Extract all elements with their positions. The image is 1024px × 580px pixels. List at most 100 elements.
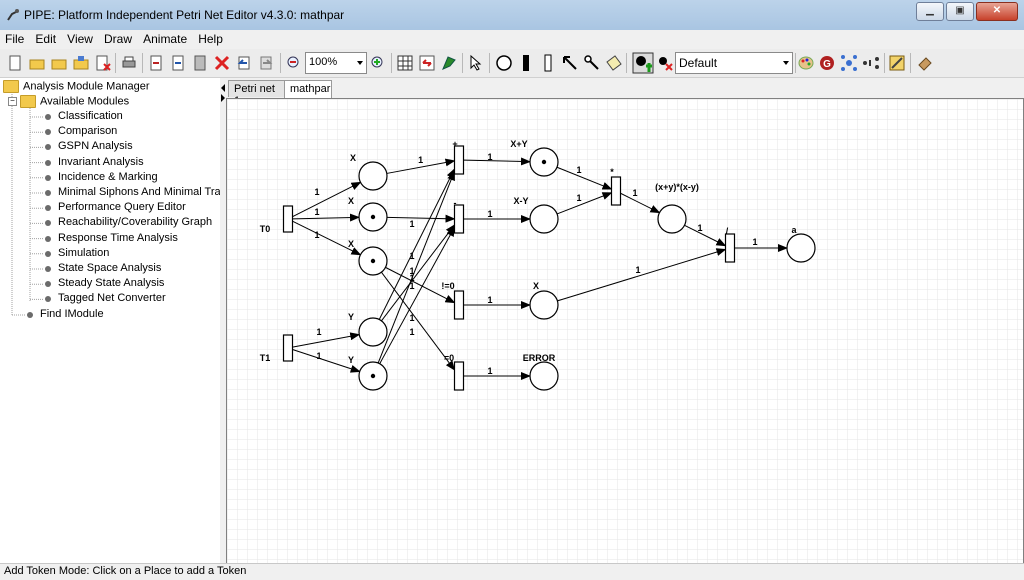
tree-root[interactable]: Analysis Module Manager	[3, 80, 150, 93]
petri-net-canvas[interactable]: 11111111111111111111111 X X X Y Y X+Y X-Y X ERRO…	[226, 98, 1024, 565]
delete-token-icon[interactable]	[656, 54, 674, 72]
menu-animate[interactable]: Animate	[140, 30, 190, 46]
transition-label-t1: T1	[260, 353, 271, 363]
unfold-icon[interactable]	[840, 54, 858, 72]
transition-plus[interactable]	[453, 145, 465, 175]
place-label-prod: (x+y)*(x-y)	[655, 182, 699, 192]
tree-module-item[interactable]: Invariant Analysis	[58, 156, 144, 168]
undo-icon[interactable]	[235, 54, 253, 72]
menu-help[interactable]: Help	[195, 30, 226, 46]
arc-weight-label: 1	[314, 187, 319, 197]
bullet-icon	[45, 266, 51, 272]
collapse-icon[interactable]: −	[8, 97, 17, 106]
paste-icon[interactable]	[191, 54, 209, 72]
tree-module-item[interactable]: Comparison	[58, 125, 117, 137]
close-file-icon[interactable]	[94, 54, 112, 72]
place-tool-icon[interactable]	[495, 54, 513, 72]
arc-weight-label: 1	[576, 165, 581, 175]
maximize-button[interactable]: ▣	[946, 2, 974, 21]
menu-edit[interactable]: Edit	[32, 30, 59, 46]
token-dot	[370, 373, 376, 379]
transition-neq[interactable]	[453, 290, 465, 320]
bullet-icon	[45, 235, 51, 242]
place-a[interactable]	[786, 233, 816, 263]
group-icon[interactable]: G	[818, 54, 836, 72]
zoom-select[interactable]: 100%	[305, 52, 367, 74]
inhibitor-arc-icon[interactable]	[583, 54, 601, 72]
tab-mathpar[interactable]: mathpar	[284, 80, 332, 99]
add-token-icon[interactable]	[632, 52, 654, 74]
green-flag-icon[interactable]	[440, 54, 458, 72]
timed-transition-icon[interactable]	[539, 54, 557, 72]
place-x1[interactable]	[358, 161, 388, 191]
zoom-out-icon[interactable]	[285, 54, 303, 72]
transition-times[interactable]	[610, 176, 622, 206]
transition-div[interactable]	[724, 233, 736, 263]
transition-t0[interactable]	[282, 205, 294, 233]
tree-module-item[interactable]: Simulation	[58, 247, 109, 259]
token-class-select[interactable]: Default	[675, 52, 793, 74]
token-dot	[541, 159, 547, 165]
place-error[interactable]	[529, 361, 559, 391]
new-file-icon[interactable]	[6, 54, 24, 72]
open-folder-icon[interactable]	[50, 54, 68, 72]
tree-module-item[interactable]: Performance Query Editor	[58, 201, 186, 213]
folder-icon	[3, 80, 19, 93]
menu-view[interactable]: View	[64, 30, 96, 46]
tree-module-item[interactable]: Classification	[58, 110, 123, 122]
copy-icon[interactable]	[169, 54, 187, 72]
token-dot	[370, 214, 376, 220]
tree-module-item[interactable]: State Space Analysis	[58, 262, 161, 274]
tree-available-modules[interactable]: − Available Modules	[8, 95, 129, 108]
tree-find-imodule[interactable]: Find IModule	[40, 308, 104, 320]
tree-module-item[interactable]: Minimal Siphons And Minimal Traps	[58, 186, 232, 198]
minimize-button[interactable]: ▁	[916, 2, 944, 21]
menu-file[interactable]: File	[2, 30, 27, 46]
place-diff[interactable]	[529, 204, 559, 234]
grid-icon[interactable]	[396, 54, 414, 72]
menu-draw[interactable]: Draw	[101, 30, 135, 46]
zoom-value: 100%	[309, 56, 338, 68]
fold-net-icon[interactable]	[862, 54, 880, 72]
place-label-xout: X	[533, 281, 539, 291]
open-folder-icon[interactable]	[28, 54, 46, 72]
transition-minus[interactable]	[453, 204, 465, 234]
token-class-value: Default	[679, 56, 718, 70]
place-y1[interactable]	[358, 317, 388, 347]
tree-module-item[interactable]: GSPN Analysis	[58, 140, 133, 152]
tree-module-item[interactable]: Response Time Analysis	[58, 232, 178, 244]
annotation-icon[interactable]	[605, 54, 623, 72]
close-button[interactable]: ✕	[976, 2, 1018, 21]
zoom-in-icon[interactable]	[369, 54, 387, 72]
cut-icon[interactable]	[147, 54, 165, 72]
bullet-icon	[45, 159, 51, 166]
edit-net-icon[interactable]	[888, 54, 906, 72]
palette-icon[interactable]	[797, 54, 815, 72]
arc-weight-label: 1	[409, 273, 414, 283]
tree-find-label: Find IModule	[40, 308, 104, 320]
window-title: PIPE: Platform Independent Petri Net Edi…	[24, 8, 345, 22]
print-icon[interactable]	[120, 54, 138, 72]
tree-module-item[interactable]: Incidence & Marking	[58, 171, 158, 183]
arc-tool-icon[interactable]	[561, 54, 579, 72]
tree-module-item[interactable]: Steady State Analysis	[58, 277, 164, 289]
bullet-icon	[45, 114, 51, 120]
petri-net-drawing[interactable]: 1111111111111111111 1111 XXXYYX+YX-YXERRO…	[227, 99, 1023, 564]
status-text: Add Token Mode: Click on a Place to add …	[4, 565, 247, 577]
transition-eq[interactable]	[453, 361, 465, 391]
select-pointer-icon[interactable]	[467, 54, 485, 72]
save-icon[interactable]	[72, 54, 90, 72]
transition-t1[interactable]	[282, 334, 294, 362]
eraser-icon[interactable]	[916, 54, 934, 72]
bullet-icon	[45, 190, 51, 196]
place-prod[interactable]	[657, 204, 687, 234]
drag-icon[interactable]	[418, 54, 436, 72]
tree-module-item[interactable]: Reachability/Coverability Graph	[58, 216, 212, 228]
immediate-transition-icon[interactable]	[517, 54, 535, 72]
place-xout[interactable]	[529, 290, 559, 320]
redo-icon[interactable]	[257, 54, 275, 72]
chevron-down-icon	[783, 61, 789, 65]
tab-petri-net-1[interactable]: Petri net 1	[228, 80, 285, 107]
delete-icon[interactable]	[213, 54, 231, 72]
tree-module-item[interactable]: Tagged Net Converter	[58, 292, 166, 304]
